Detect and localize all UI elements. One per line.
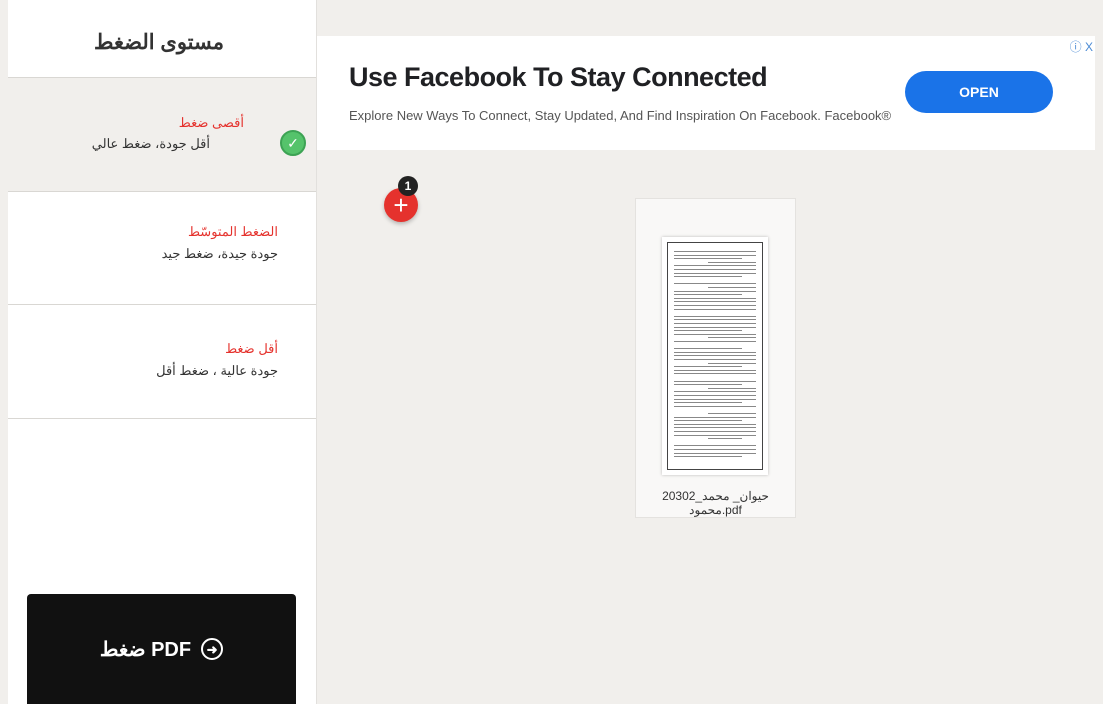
- option-description: جودة عالية ، ضغط أقل: [156, 363, 278, 378]
- thumbnail-text-line: [674, 456, 742, 458]
- thumbnail-text-line: [674, 384, 742, 386]
- thumbnail-text-line: [674, 366, 742, 368]
- compress-pdf-button[interactable]: ضغط PDF ➜: [27, 594, 296, 704]
- pdf-thumbnail: [662, 237, 768, 475]
- thumbnail-text-line: [674, 405, 756, 407]
- thumbnail-text-line: [674, 269, 756, 270]
- arrow-right-circle-icon: ➜: [201, 638, 224, 660]
- thumbnail-text-line: [674, 348, 742, 350]
- thumbnail-text-line: [674, 254, 756, 256]
- thumbnail-text-line: [674, 294, 742, 296]
- thumbnail-text-line: [674, 355, 756, 357]
- file-card[interactable]: 20302_حيوان_ محمد محمود.pdf: [635, 198, 796, 518]
- ad-banner[interactable]: Use Facebook To Stay Connected Explore N…: [317, 36, 1095, 150]
- thumbnail-text-line: [708, 287, 756, 288]
- ad-subtitle: Explore New Ways To Connect, Stay Update…: [349, 108, 892, 123]
- thumbnail-text-line: [674, 359, 756, 360]
- compression-sidebar: مستوى الضغط أقصى ضغط أقل جودة، ضغط عالي …: [8, 0, 317, 704]
- file-count-badge: 1: [398, 176, 418, 196]
- option-name: الضغط المتوسّط: [187, 224, 278, 239]
- option-description: أقل جودة، ضغط عالي: [91, 136, 210, 151]
- thumbnail-text-line: [674, 258, 742, 260]
- thumbnail-text-line: [674, 251, 756, 252]
- thumbnail-text-line: [674, 330, 742, 332]
- thumbnail-text-line: [674, 391, 756, 393]
- option-description: جودة جيدة، ضغط جيد: [161, 246, 278, 261]
- thumbnail-text-line: [674, 276, 742, 278]
- option-name: أقصى ضغط: [178, 115, 244, 130]
- thumbnail-text-line: [674, 398, 756, 400]
- ad-title[interactable]: Use Facebook To Stay Connected: [349, 62, 768, 93]
- option-recommended-compression[interactable]: الضغط المتوسّط جودة جيدة، ضغط جيد: [8, 192, 316, 305]
- thumbnail-text-line: [674, 420, 742, 422]
- thumbnail-text-line: [708, 337, 756, 339]
- thumbnail-text-line: [674, 319, 756, 321]
- thumbnail-text-line: [674, 305, 756, 306]
- thumbnail-text-line: [674, 395, 756, 396]
- thumbnail-text-line: [674, 449, 756, 450]
- thumbnail-text-line: [674, 272, 756, 274]
- thumbnail-text-line: [708, 261, 756, 263]
- thumbnail-text-line: [674, 308, 756, 310]
- thumbnail-text-line: [674, 265, 756, 267]
- thumbnail-text-line: [708, 387, 756, 389]
- thumbnail-text-line: [674, 427, 756, 429]
- thumbnail-text-line: [674, 373, 756, 375]
- thumbnail-text-line: [674, 323, 756, 324]
- thumbnail-text-line: [674, 297, 756, 299]
- thumbnail-text-line: [674, 301, 756, 303]
- thumbnail-text-line: [708, 413, 756, 414]
- thumbnail-text-line: [674, 283, 756, 285]
- thumbnail-text-line: [674, 434, 756, 436]
- thumbnail-text-line: [674, 369, 756, 371]
- ad-close-icon[interactable]: ⓘ X: [1070, 38, 1093, 55]
- thumbnail-text-line: [674, 431, 756, 432]
- option-extreme-compression[interactable]: أقصى ضغط أقل جودة، ضغط عالي ✓: [8, 78, 316, 192]
- option-name: أقل ضغط: [225, 341, 278, 356]
- thumbnail-text-line: [674, 315, 756, 317]
- check-icon: ✓: [280, 130, 306, 156]
- thumbnail-text-line: [674, 380, 756, 382]
- thumbnail-page: [667, 242, 763, 470]
- thumbnail-text-line: [674, 416, 756, 418]
- compress-button-label: ضغط PDF: [99, 638, 192, 661]
- thumbnail-text-line: [674, 351, 756, 353]
- thumbnail-text-line: [674, 423, 756, 425]
- sidebar-title: مستوى الضغط: [8, 0, 316, 78]
- thumbnail-text-line: [674, 452, 756, 454]
- thumbnail-text-line: [674, 445, 756, 447]
- thumbnail-text-line: [708, 362, 756, 364]
- thumbnail-text-line: [674, 341, 756, 342]
- file-name: 20302_حيوان_ محمد محمود.pdf: [662, 489, 769, 517]
- option-less-compression[interactable]: أقل ضغط جودة عالية ، ضغط أقل: [8, 305, 316, 419]
- ad-open-button[interactable]: OPEN: [905, 71, 1053, 113]
- thumbnail-text-line: [708, 438, 742, 440]
- thumbnail-text-line: [674, 290, 756, 292]
- thumbnail-text-line: [674, 333, 756, 335]
- thumbnail-text-line: [674, 402, 742, 404]
- thumbnail-text-line: [674, 326, 756, 328]
